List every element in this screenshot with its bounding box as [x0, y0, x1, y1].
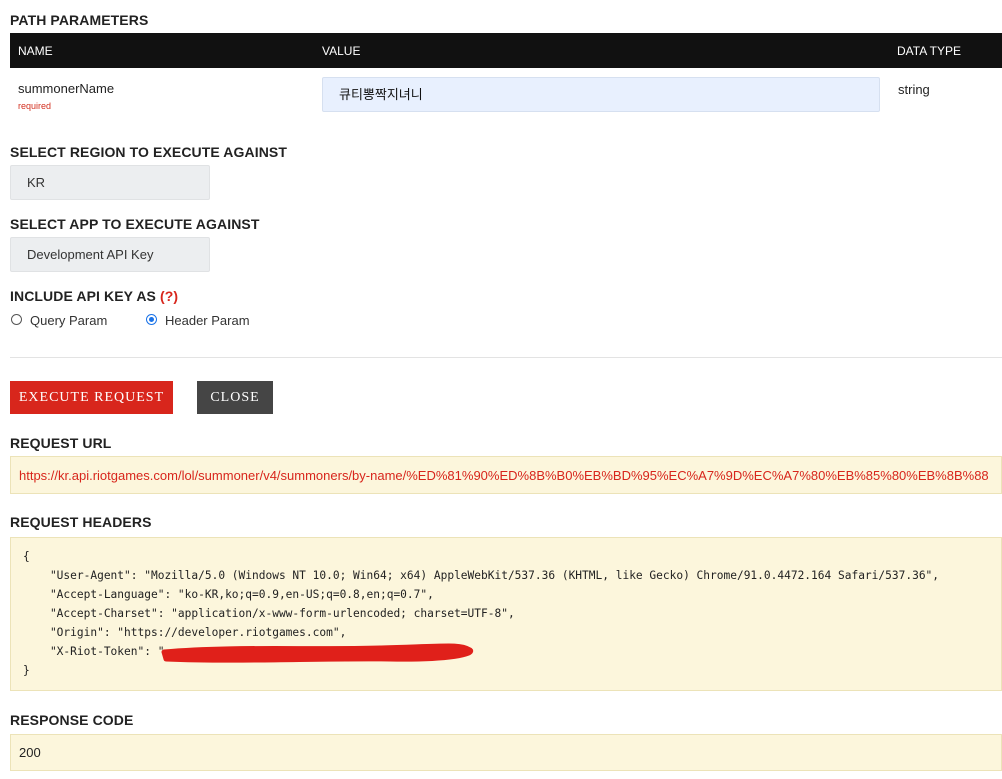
request-headers-title: REQUEST HEADERS: [10, 514, 152, 530]
header-param-radio[interactable]: [146, 314, 157, 325]
app-select[interactable]: Development API Key: [10, 237, 210, 272]
summoner-name-input[interactable]: 큐티뽕짝지녀니: [322, 77, 880, 112]
help-link[interactable]: (?): [160, 288, 178, 304]
header-line: "Accept-Charset": "application/x-www-for…: [23, 607, 515, 620]
header-line: {: [23, 550, 30, 563]
column-value: VALUE: [322, 44, 361, 58]
api-key-title-text: INCLUDE API KEY AS: [10, 288, 156, 304]
column-data-type: DATA TYPE: [897, 44, 962, 58]
required-label: required: [18, 101, 52, 111]
region-title: SELECT REGION TO EXECUTE AGAINST: [10, 144, 288, 160]
header-param-label[interactable]: Header Param: [165, 313, 250, 328]
request-url-value[interactable]: https://kr.api.riotgames.com/lol/summone…: [10, 456, 1002, 494]
param-name: summonerName: [18, 81, 115, 96]
request-url-title: REQUEST URL: [10, 435, 112, 451]
params-table-header: NAME VALUE DATA TYPE: [10, 33, 1002, 68]
param-data-type: string: [898, 82, 930, 97]
header-line: "User-Agent": "Mozilla/5.0 (Windows NT 1…: [23, 569, 940, 582]
close-button[interactable]: CLOSE: [197, 381, 273, 414]
query-param-label[interactable]: Query Param: [30, 313, 107, 328]
response-code-value: 200: [10, 734, 1002, 771]
path-parameters-title: PATH PARAMETERS: [10, 12, 149, 28]
token-redaction-scribble: [161, 643, 474, 663]
query-param-radio[interactable]: [11, 314, 22, 325]
region-select[interactable]: KR: [10, 165, 210, 200]
request-headers-box: { "User-Agent": "Mozilla/5.0 (Windows NT…: [10, 537, 1002, 691]
execute-request-button[interactable]: EXECUTE REQUEST: [10, 381, 173, 414]
api-key-title: INCLUDE API KEY AS (?): [10, 288, 178, 304]
response-code-title: RESPONSE CODE: [10, 712, 134, 728]
header-line: "Accept-Language": "ko-KR,ko;q=0.9,en-US…: [23, 588, 434, 601]
column-name: NAME: [18, 44, 53, 58]
app-title: SELECT APP TO EXECUTE AGAINST: [10, 216, 260, 232]
divider: [10, 357, 1002, 358]
